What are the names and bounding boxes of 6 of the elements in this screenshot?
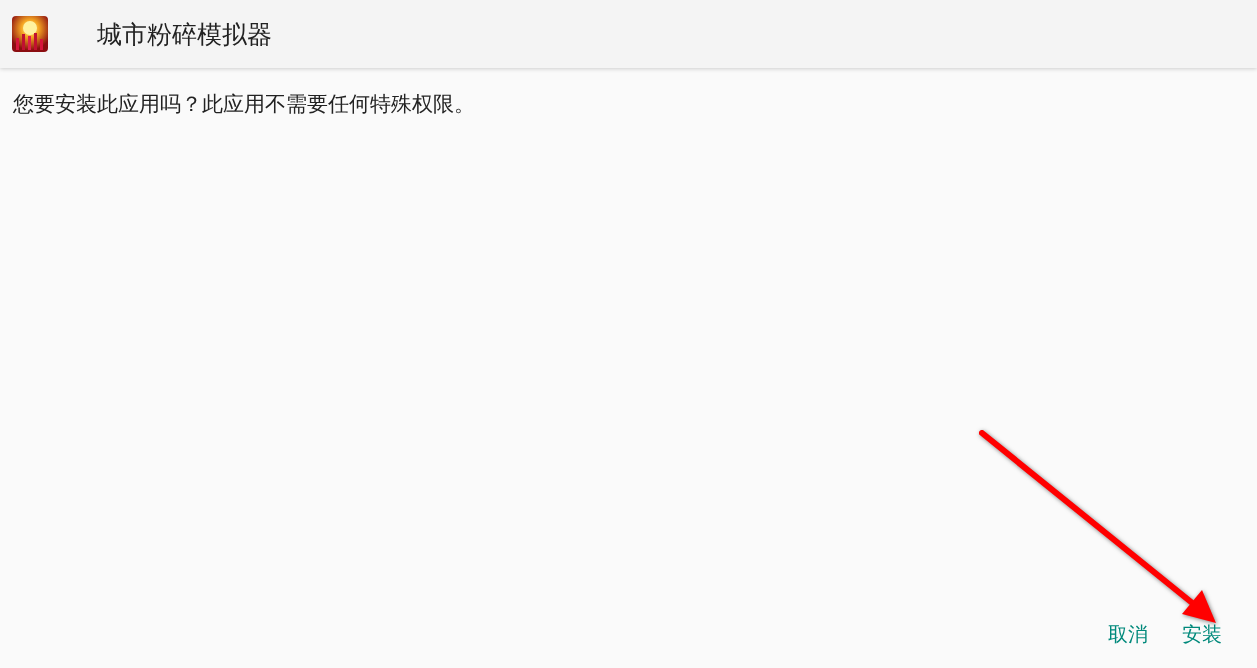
app-title: 城市粉碎模拟器 [97, 18, 272, 51]
arrow-icon [979, 430, 1216, 623]
install-button[interactable]: 安装 [1176, 615, 1228, 654]
install-prompt: 您要安装此应用吗？此应用不需要任何特殊权限。 [13, 91, 476, 118]
cancel-button[interactable]: 取消 [1102, 615, 1154, 654]
app-icon [12, 16, 48, 52]
